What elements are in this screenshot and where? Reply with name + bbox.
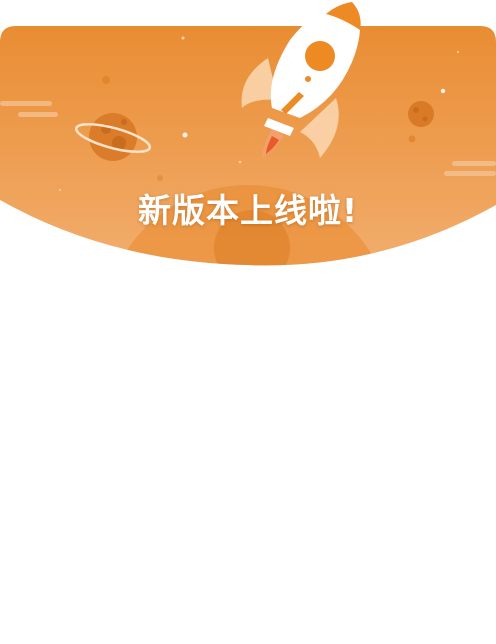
small-planet-icon xyxy=(408,101,434,127)
dialog-body xyxy=(0,270,496,644)
update-dialog: 新版本上线啦! xyxy=(0,0,496,644)
update-headline: 新版本上线啦! xyxy=(137,191,359,230)
update-banner: 新版本上线啦! xyxy=(0,0,496,270)
